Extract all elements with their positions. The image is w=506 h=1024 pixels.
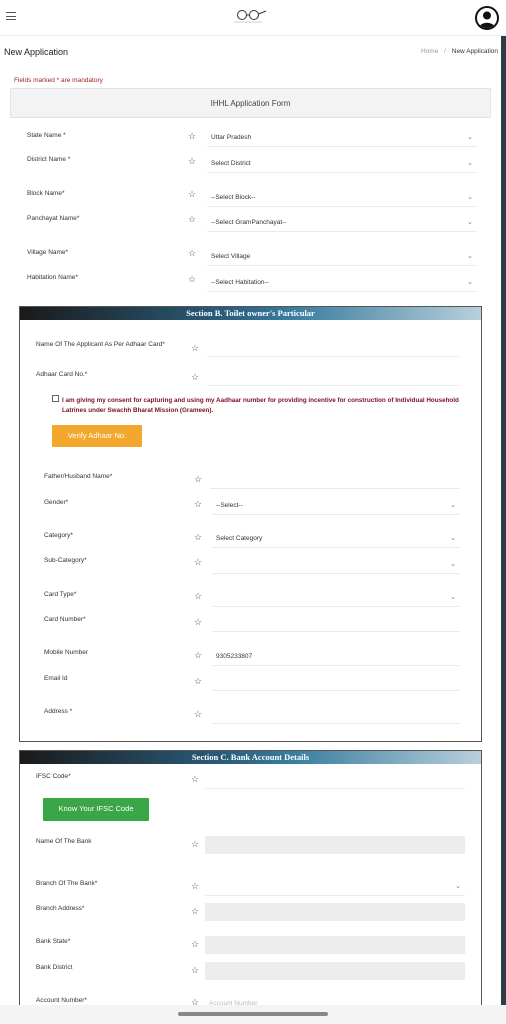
- chevron-down-icon: ⌄: [450, 535, 456, 542]
- chevron-down-icon: ⌄: [450, 594, 456, 601]
- branch-select[interactable]: ⌄: [205, 878, 465, 896]
- favorite-star-icon[interactable]: ☆: [194, 474, 202, 484]
- favorite-star-icon[interactable]: ☆: [191, 965, 199, 975]
- favorite-star-icon[interactable]: ☆: [191, 774, 199, 784]
- favorite-star-icon[interactable]: ☆: [191, 939, 199, 949]
- category-label: Category*: [44, 532, 73, 539]
- branch-address-input[interactable]: [205, 903, 465, 921]
- chevron-down-icon: ⌄: [467, 134, 473, 141]
- village-select[interactable]: Select Village ⌄: [207, 248, 477, 266]
- favorite-star-icon[interactable]: ☆: [194, 557, 202, 567]
- breadcrumb-current: New Application: [451, 48, 498, 55]
- block-select[interactable]: --Select Block-- ⌄: [207, 189, 477, 207]
- favorite-star-icon[interactable]: ☆: [188, 248, 196, 258]
- chevron-down-icon: ⌄: [467, 253, 473, 260]
- email-input[interactable]: [212, 673, 460, 691]
- favorite-star-icon[interactable]: ☆: [188, 274, 196, 284]
- branch-label: Branch Of The Bank*: [36, 880, 98, 887]
- section-c-title: Section C. Bank Account Details: [20, 751, 481, 764]
- favorite-star-icon[interactable]: ☆: [188, 214, 196, 224]
- father-name-label: Father/Husband Name*: [44, 473, 113, 480]
- applicant-name-label: Name Of The Applicant As Per Adhaar Card…: [36, 341, 165, 348]
- address-input[interactable]: [212, 706, 460, 724]
- favorite-star-icon[interactable]: ☆: [191, 839, 199, 849]
- father-name-input[interactable]: [210, 471, 460, 489]
- favorite-star-icon[interactable]: ☆: [194, 617, 202, 627]
- mobile-input[interactable]: 9305233807: [212, 648, 460, 666]
- chevron-down-icon: ⌄: [450, 502, 456, 509]
- favorite-star-icon[interactable]: ☆: [188, 156, 196, 166]
- mobile-label: Mobile Number: [44, 649, 89, 656]
- breadcrumb-separator: /: [444, 48, 446, 55]
- block-label: Block Name*: [27, 190, 65, 197]
- chevron-down-icon: ⌄: [467, 279, 473, 286]
- bank-name-label: Name Of The Bank: [36, 838, 92, 845]
- section-b-title: Section B. Toilet owner's Particular: [20, 307, 481, 320]
- card-number-label: Card Number*: [44, 616, 86, 623]
- district-select[interactable]: Select District ⌄: [207, 155, 477, 173]
- bank-state-input[interactable]: [205, 936, 465, 954]
- consent-checkbox[interactable]: [52, 395, 59, 402]
- chevron-down-icon: ⌄: [450, 561, 456, 568]
- subcategory-label: Sub-Category*: [44, 557, 87, 564]
- card-type-label: Card Type*: [44, 591, 77, 598]
- state-select[interactable]: Uttar Pradesh ⌄: [207, 129, 477, 147]
- ifsc-label: IFSC Code*: [36, 773, 71, 780]
- page-scrollbar[interactable]: [501, 36, 506, 1006]
- bank-state-label: Bank State*: [36, 938, 71, 945]
- subcategory-select[interactable]: ⌄: [212, 556, 460, 574]
- habitation-label: Habitation Name*: [27, 274, 78, 281]
- adhaar-input[interactable]: [207, 368, 459, 386]
- favorite-star-icon[interactable]: ☆: [188, 189, 196, 199]
- address-label: Address *: [44, 708, 73, 715]
- category-select[interactable]: Select Category ⌄: [212, 530, 460, 548]
- favorite-star-icon[interactable]: ☆: [194, 499, 202, 509]
- favorite-star-icon[interactable]: ☆: [194, 532, 202, 542]
- chevron-down-icon: ⌄: [467, 219, 473, 226]
- favorite-star-icon[interactable]: ☆: [191, 906, 199, 916]
- mandatory-note: Fields marked * are mandatory: [14, 77, 103, 84]
- breadcrumb: Home / New Application: [421, 48, 498, 55]
- form-title: IHHL Application Form: [10, 88, 491, 118]
- favorite-star-icon[interactable]: ☆: [191, 881, 199, 891]
- bank-name-input[interactable]: [205, 836, 465, 854]
- favorite-star-icon[interactable]: ☆: [188, 131, 196, 141]
- chevron-down-icon: ⌄: [467, 160, 473, 167]
- favorite-star-icon[interactable]: ☆: [194, 650, 202, 660]
- panchayat-select[interactable]: --Select GramPanchayat-- ⌄: [207, 214, 477, 232]
- user-avatar-icon[interactable]: [475, 6, 499, 30]
- consent-text: I am giving my consent for capturing and…: [62, 397, 459, 414]
- gender-select[interactable]: --Select-- ⌄: [212, 497, 460, 515]
- email-label: Email Id: [44, 675, 68, 682]
- bank-district-input[interactable]: [205, 962, 465, 980]
- favorite-star-icon[interactable]: ☆: [194, 709, 202, 719]
- district-label: District Name *: [27, 156, 71, 163]
- gesture-home-bar[interactable]: [178, 1012, 328, 1016]
- village-label: Village Name*: [27, 249, 69, 256]
- favorite-star-icon[interactable]: ☆: [191, 343, 199, 353]
- state-label: State Name *: [27, 132, 66, 139]
- panchayat-label: Panchayat Name*: [27, 215, 80, 222]
- favorite-star-icon[interactable]: ☆: [194, 591, 202, 601]
- gender-label: Gender*: [44, 499, 69, 506]
- bank-district-label: Bank District: [36, 964, 73, 971]
- hamburger-menu-icon[interactable]: [6, 12, 16, 20]
- favorite-star-icon[interactable]: ☆: [191, 372, 199, 382]
- favorite-star-icon[interactable]: ☆: [194, 676, 202, 686]
- breadcrumb-home-link[interactable]: Home: [421, 48, 438, 55]
- branch-address-label: Branch Address*: [36, 905, 85, 912]
- card-type-select[interactable]: ⌄: [212, 589, 460, 607]
- adhaar-label: Adhaar Card No.*: [36, 371, 88, 378]
- card-number-input[interactable]: [212, 614, 460, 632]
- top-bar: [0, 0, 506, 36]
- verify-adhaar-button[interactable]: Verify Adhaar No.: [52, 425, 142, 447]
- chevron-down-icon: ⌄: [467, 194, 473, 201]
- swachh-bharat-logo: [234, 10, 267, 23]
- chevron-down-icon: ⌄: [455, 883, 461, 890]
- know-ifsc-button[interactable]: Know Your IFSC Code: [43, 798, 149, 821]
- habitation-select[interactable]: --Select Habitation-- ⌄: [207, 274, 477, 292]
- page-title: New Application: [4, 47, 69, 57]
- ifsc-input[interactable]: [205, 771, 465, 789]
- applicant-name-input[interactable]: [207, 339, 459, 357]
